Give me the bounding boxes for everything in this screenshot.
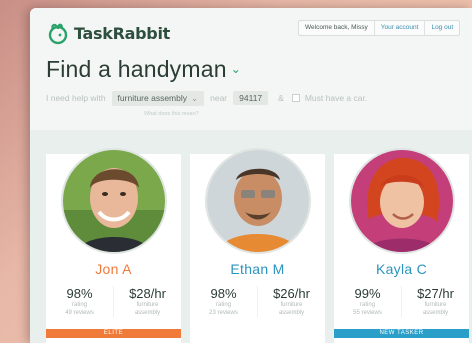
logo-text: TaskRabbit — [74, 24, 170, 43]
avatar[interactable] — [349, 148, 455, 254]
avatar-photo-kayla — [351, 150, 453, 252]
hourly-rate: $27/hr — [417, 286, 454, 301]
app-window: TaskRabbit Welcome back, Missy Your acco… — [30, 8, 472, 343]
search-row: I need help with furniture assembly ⌄ nea… — [46, 88, 367, 108]
task-select-value: furniture assembly — [117, 92, 187, 103]
must-have-car-label[interactable]: Must have a car. — [305, 93, 367, 103]
avatar-photo-jon — [63, 150, 165, 252]
must-have-car-checkbox[interactable] — [291, 94, 300, 102]
chevron-down-icon[interactable]: ⌄ — [231, 62, 241, 76]
tasker-card-ethan[interactable]: Ethan M 98% rating 23 reviews $26/hr fur… — [190, 148, 325, 343]
avatar-photo-ethan — [207, 150, 309, 252]
reviews-count: 49 reviews — [65, 310, 94, 316]
reviews-count: 55 reviews — [353, 310, 382, 316]
rate-label-line2: assembly — [422, 310, 449, 316]
rate-label-line2: assembly — [278, 310, 305, 316]
rating-stat: 98% rating 49 reviews — [46, 286, 113, 317]
tasker-cards: Jon A 98% rating 49 reviews $28/hr furni… — [46, 148, 472, 343]
page-title[interactable]: Find a handyman ⌄ — [46, 56, 241, 83]
your-account-link[interactable]: Your account — [375, 21, 425, 35]
chevron-down-icon: ⌄ — [191, 92, 199, 103]
tasker-stats: 99% rating 55 reviews $27/hr furniture a… — [334, 286, 469, 317]
rating-value: 98% — [66, 286, 93, 301]
ampersand-label: & — [278, 93, 284, 103]
tasker-name[interactable]: Ethan M — [190, 261, 325, 277]
rating-label: rating — [215, 302, 231, 308]
log-out-link[interactable]: Log out — [424, 21, 459, 35]
what-does-this-mean-link[interactable]: What does this mean? — [144, 111, 199, 117]
search-prefix-label: I need help with — [46, 93, 106, 103]
tasker-stats: 98% rating 49 reviews $28/hr furniture a… — [46, 286, 181, 317]
zip-input[interactable]: 94117 — [233, 91, 269, 105]
rating-stat: 98% rating 23 reviews — [190, 286, 257, 317]
tasker-card-jon[interactable]: Jon A 98% rating 49 reviews $28/hr furni… — [46, 148, 181, 343]
logo-text-task: Task — [74, 23, 113, 43]
rate-label-line1: furniture — [136, 302, 159, 308]
tasker-stats: 98% rating 23 reviews $26/hr furniture a… — [190, 286, 325, 317]
tasker-card-kayla[interactable]: Kayla C 99% rating 55 reviews $27/hr fur… — [334, 148, 469, 343]
hourly-rate: $28/hr — [129, 286, 166, 301]
rabbit-logo-icon — [48, 23, 68, 45]
reviews-count: 23 reviews — [209, 310, 238, 316]
rating-label: rating — [71, 302, 87, 308]
taskrabbit-logo[interactable]: TaskRabbit — [46, 20, 170, 46]
rate-stat: $26/hr furniture assembly — [257, 286, 325, 317]
tasker-name[interactable]: Kayla C — [334, 261, 469, 277]
rate-stat: $27/hr furniture assembly — [401, 286, 469, 317]
hourly-rate: $26/hr — [273, 286, 310, 301]
rating-label: rating — [359, 302, 375, 308]
avatar[interactable] — [205, 148, 311, 254]
elite-badge: ELITE — [46, 329, 181, 338]
rate-label-line2: assembly — [134, 310, 161, 316]
header: TaskRabbit Welcome back, Missy Your acco… — [30, 8, 472, 130]
task-select[interactable]: furniture assembly ⌄ — [111, 90, 205, 106]
new-tasker-badge: NEW TASKER — [334, 329, 469, 338]
rating-value: 98% — [210, 286, 237, 301]
rating-stat: 99% rating 55 reviews — [334, 286, 401, 317]
account-bar: Welcome back, Missy Your account Log out — [298, 20, 461, 36]
near-label: near — [210, 93, 228, 103]
page-title-text: Find a handyman — [46, 56, 227, 82]
rate-label-line1: furniture — [280, 302, 303, 308]
rating-value: 99% — [354, 286, 381, 301]
rate-label-line1: furniture — [424, 302, 447, 308]
logo-text-rabbit: Rabbit — [112, 23, 171, 43]
rate-stat: $28/hr furniture assembly — [113, 286, 181, 317]
welcome-message: Welcome back, Missy — [299, 21, 375, 35]
tasker-name[interactable]: Jon A — [46, 261, 181, 277]
avatar[interactable] — [61, 148, 167, 254]
